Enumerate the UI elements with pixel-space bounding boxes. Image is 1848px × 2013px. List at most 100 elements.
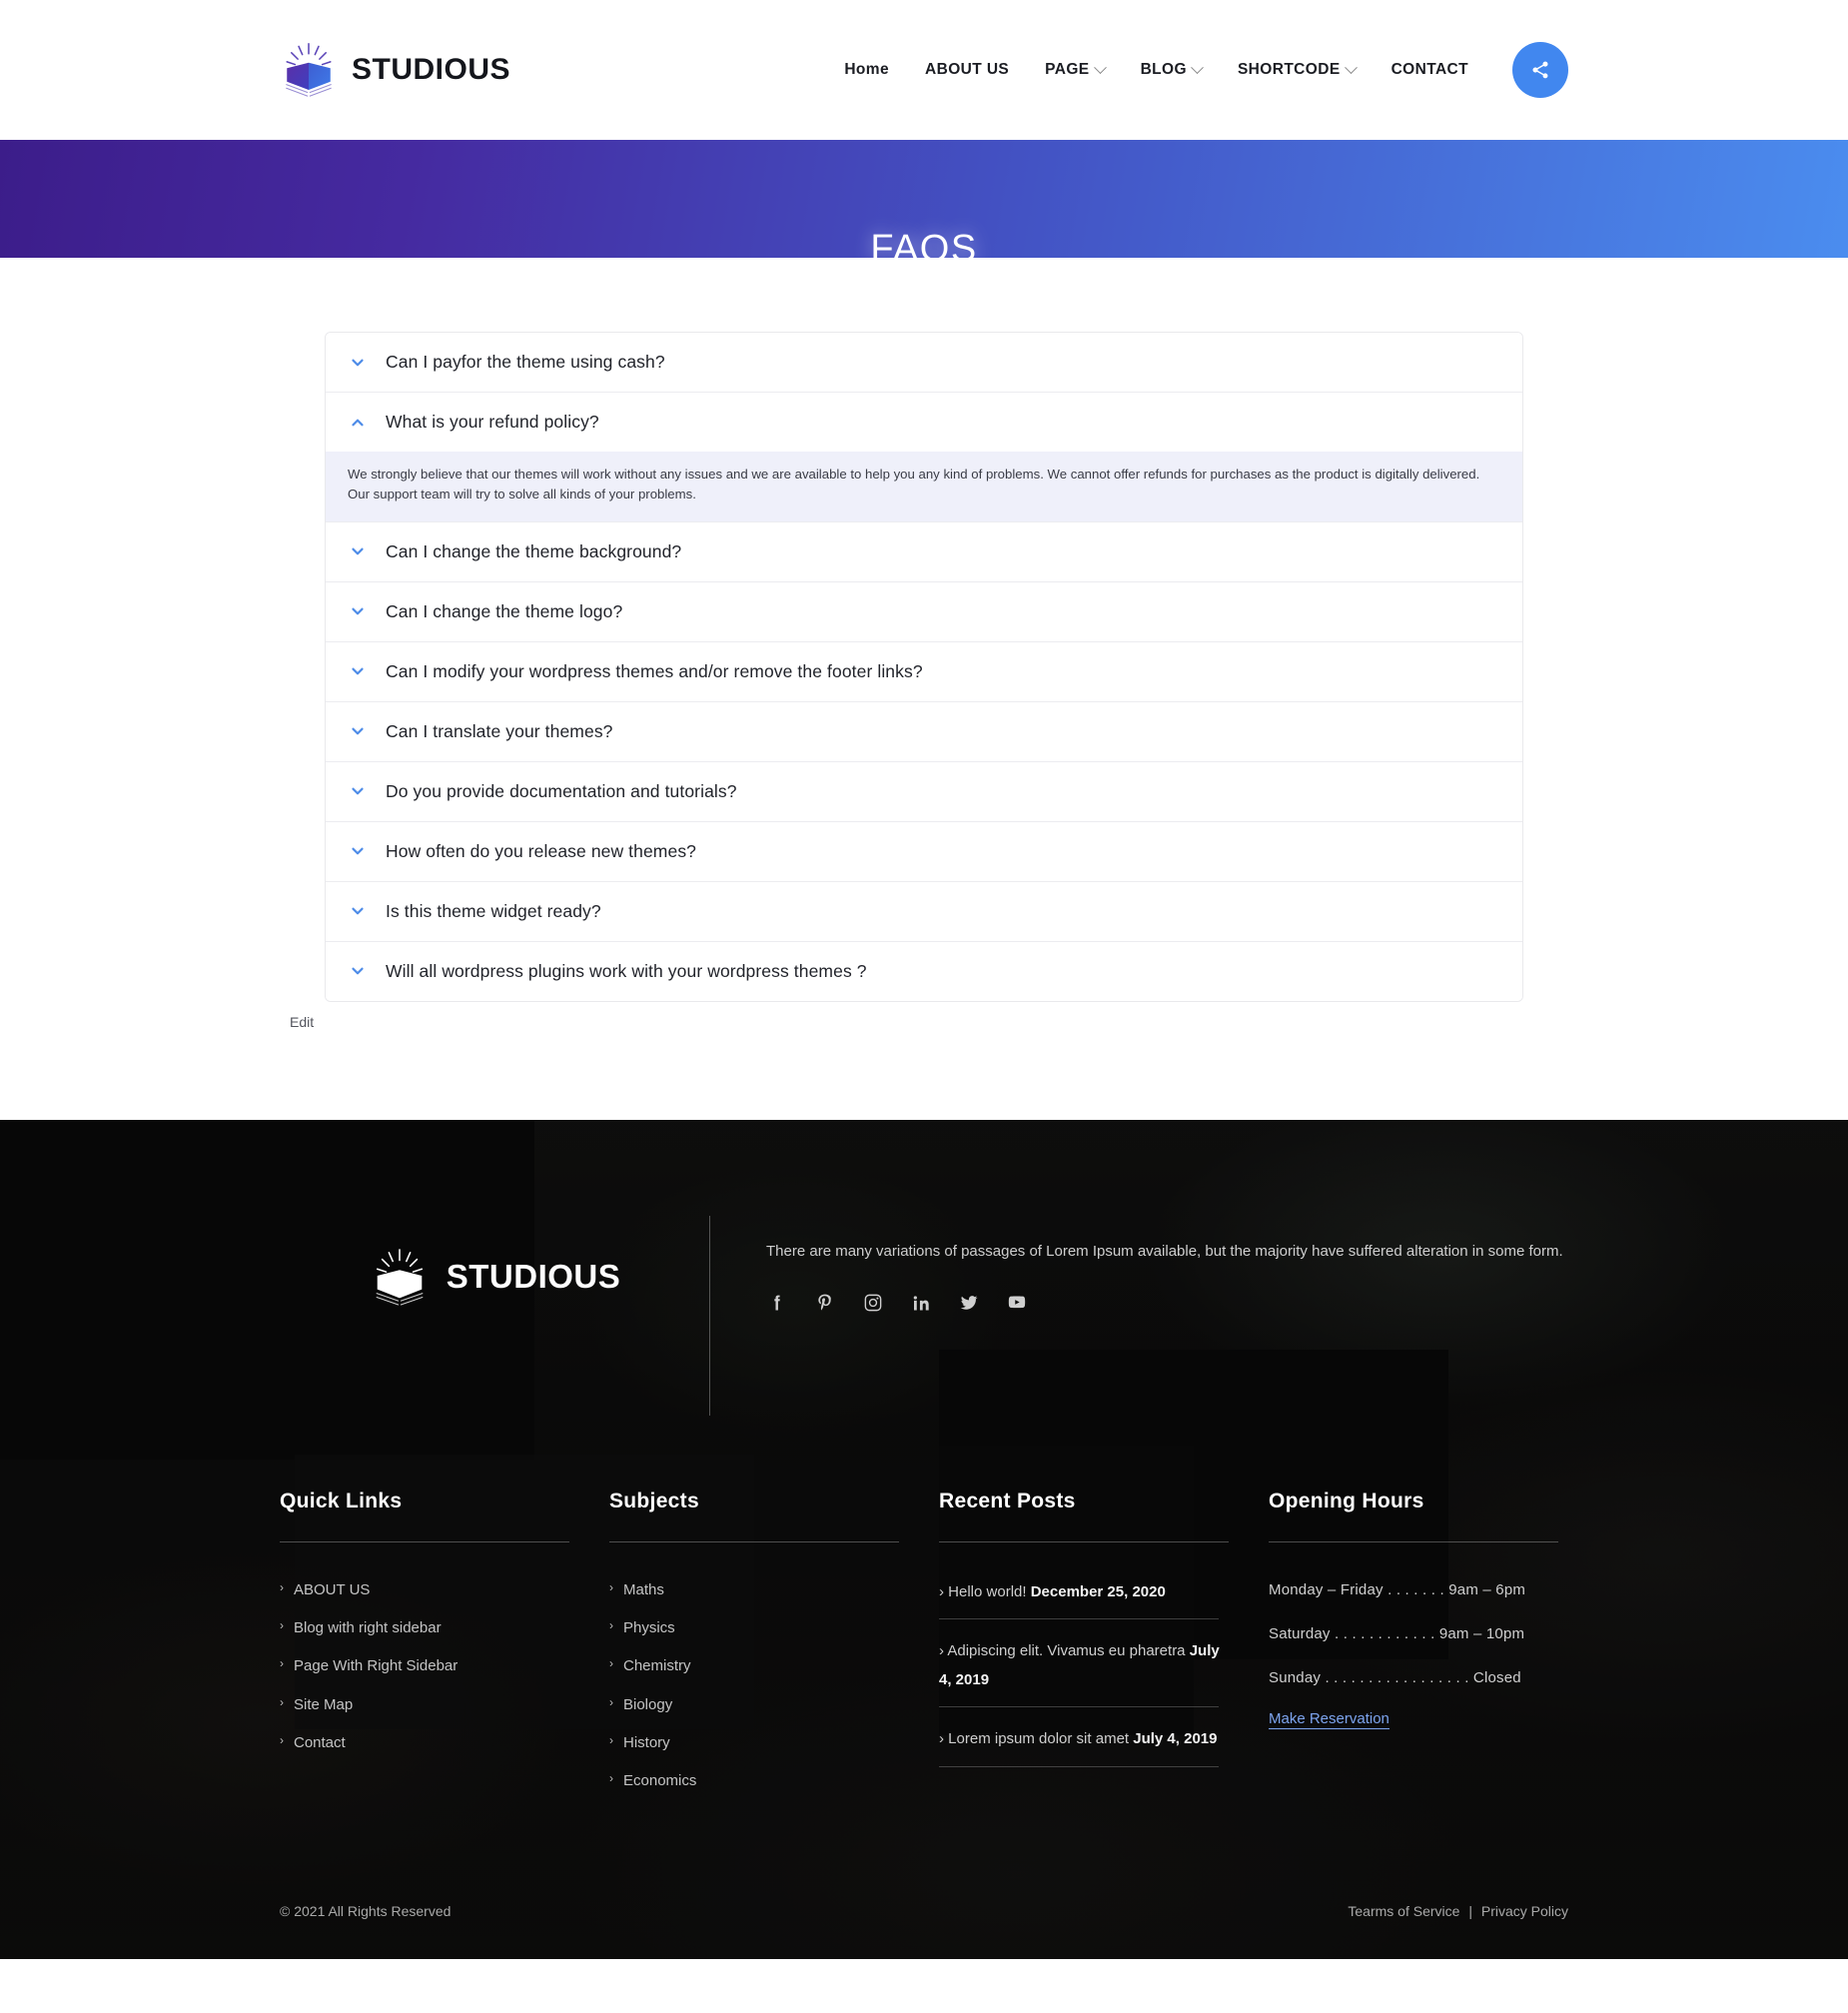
faq-card: Can I payfor the theme using cash? What … xyxy=(290,258,1558,1002)
footer-link-label: Biology xyxy=(623,1695,673,1713)
faq-question-row[interactable]: Can I change the theme logo? xyxy=(326,581,1522,641)
faq-item: Can I payfor the theme using cash? xyxy=(326,333,1522,393)
chevron-right-icon: › xyxy=(609,1579,613,1594)
copyright-text: © 2021 All Rights Reserved xyxy=(280,1903,452,1920)
chevron-down-icon xyxy=(1344,60,1358,74)
chevron-right-icon: › xyxy=(280,1656,284,1671)
brand-logo[interactable]: STUDIOUS xyxy=(280,41,510,99)
footer-link-label: Blog with right sidebar xyxy=(294,1619,442,1637)
chevron-right-icon: › xyxy=(280,1579,284,1594)
make-reservation-link[interactable]: Make Reservation xyxy=(1269,1710,1389,1729)
chevron-down-icon xyxy=(348,541,368,561)
footer-link[interactable]: › Page With Right Sidebar xyxy=(280,1654,569,1677)
faq-question-row[interactable]: Can I translate your themes? xyxy=(326,701,1522,761)
footer-link[interactable]: › Chemistry xyxy=(609,1654,899,1677)
faq-question-row[interactable]: Is this theme widget ready? xyxy=(326,881,1522,941)
chevron-down-icon xyxy=(348,721,368,741)
footer-brand-logo[interactable]: STUDIOUS xyxy=(369,1246,621,1308)
footer-link[interactable]: › Physics xyxy=(609,1616,899,1639)
youtube-icon[interactable] xyxy=(1006,1292,1028,1314)
footer-column-quick-links: Quick Links › ABOUT US › Blog with right s… xyxy=(280,1490,609,1808)
recent-post-title: Hello world! xyxy=(948,1582,1027,1600)
column-divider xyxy=(609,1540,899,1542)
chevron-right-icon: › xyxy=(609,1618,613,1633)
faq-question-row[interactable]: Can I change the theme background? xyxy=(326,521,1522,581)
footer-link[interactable]: › ABOUT US xyxy=(280,1578,569,1601)
nav-item-blog[interactable]: BLOG xyxy=(1123,60,1220,79)
open-book-sunrise-logo-icon xyxy=(286,42,332,97)
nav-item-about-us[interactable]: ABOUT US xyxy=(907,61,1027,79)
faq-question-row[interactable]: What is your refund policy? xyxy=(326,393,1522,452)
privacy-policy-link[interactable]: Privacy Policy xyxy=(1481,1903,1568,1919)
nav-item-shortcode[interactable]: SHORTCODE xyxy=(1220,60,1374,79)
legal-links: Tearms of Service | Privacy Policy xyxy=(1348,1903,1568,1919)
chevron-right-icon: › xyxy=(280,1694,284,1709)
footer-column-recent-posts: Recent Posts › Hello world! December 25,… xyxy=(939,1490,1269,1808)
chevron-right-icon: › xyxy=(609,1771,613,1786)
faq-item: Will all wordpress plugins work with you… xyxy=(326,941,1522,1001)
main-navigation: Home ABOUT US PAGE BLOG SHORTCODE CONTAC… xyxy=(826,42,1568,98)
recent-post-item[interactable]: › Lorem ipsum dolor sit amet July 4, 201… xyxy=(939,1725,1229,1767)
share-icon xyxy=(1532,61,1548,79)
footer-link[interactable]: › Blog with right sidebar xyxy=(280,1616,569,1639)
twitter-icon[interactable] xyxy=(958,1292,980,1314)
instagram-icon[interactable] xyxy=(862,1292,884,1314)
opening-hours-row: Sunday . . . . . . . . . . . . . . . . .… xyxy=(1269,1668,1521,1686)
footer-link[interactable]: › History xyxy=(609,1731,899,1754)
footer-top-row: STUDIOUS There are many variations of pa… xyxy=(280,1215,1568,1490)
recent-post-line: › Hello world! December 25, 2020 xyxy=(939,1578,1229,1607)
facebook-icon[interactable] xyxy=(766,1292,788,1314)
nav-item-home[interactable]: Home xyxy=(826,61,907,79)
nav-label: PAGE xyxy=(1045,61,1090,78)
column-title: Opening Hours xyxy=(1269,1489,1424,1512)
faq-question-row[interactable]: Can I payfor the theme using cash? xyxy=(326,333,1522,392)
faq-answer-text: We strongly believe that our themes will… xyxy=(326,452,1522,521)
chevron-right-icon: › xyxy=(939,1642,944,1660)
nav-item-page[interactable]: PAGE xyxy=(1027,60,1122,79)
recent-post-date: July 4, 2019 xyxy=(1133,1730,1218,1748)
chevron-down-icon xyxy=(1191,60,1204,74)
footer-columns: Quick Links › ABOUT US › Blog with right s… xyxy=(280,1490,1568,1878)
faq-question-row[interactable]: How often do you release new themes? xyxy=(326,821,1522,881)
faq-section: Can I payfor the theme using cash? What … xyxy=(0,258,1848,1120)
footer-link[interactable]: › Economics xyxy=(609,1769,899,1792)
footer-content: STUDIOUS There are many variations of pa… xyxy=(0,1215,1848,1960)
footer-link-label: Contact xyxy=(294,1733,346,1751)
chevron-right-icon: › xyxy=(280,1732,284,1747)
faq-question-text: Can I payfor the theme using cash? xyxy=(386,352,665,372)
chevron-right-icon: › xyxy=(280,1618,284,1633)
footer-link[interactable]: › Maths xyxy=(609,1578,899,1601)
site-header: STUDIOUS Home ABOUT US PAGE BLOG SHORTCO… xyxy=(0,0,1848,140)
footer-link-label: Maths xyxy=(623,1580,664,1598)
social-links xyxy=(766,1292,1568,1314)
recent-post-title: Lorem ipsum dolor sit amet xyxy=(948,1730,1130,1748)
pinterest-icon[interactable] xyxy=(814,1292,836,1314)
column-divider xyxy=(1269,1540,1558,1542)
column-title: Subjects xyxy=(609,1489,699,1512)
recent-post-item[interactable]: › Hello world! December 25, 2020 xyxy=(939,1578,1229,1620)
footer-link[interactable]: › Biology xyxy=(609,1693,899,1716)
footer-link[interactable]: › Site Map xyxy=(280,1693,569,1716)
faq-item: Do you provide documentation and tutoria… xyxy=(326,761,1522,822)
terms-of-service-link[interactable]: Tearms of Service xyxy=(1348,1903,1459,1919)
footer-link-label: Site Map xyxy=(294,1695,354,1713)
footer-link-label: History xyxy=(623,1733,670,1751)
chevron-down-icon xyxy=(1093,60,1107,74)
chevron-down-icon xyxy=(348,841,368,861)
column-title: Recent Posts xyxy=(939,1489,1076,1512)
faq-question-row[interactable]: Can I modify your wordpress themes and/o… xyxy=(326,641,1522,701)
footer-column-opening-hours: Opening Hours Monday – Friday . . . . . … xyxy=(1269,1490,1598,1808)
faq-question-text: What is your refund policy? xyxy=(386,412,599,432)
chevron-right-icon: › xyxy=(609,1694,613,1709)
recent-post-item[interactable]: › Adipiscing elit. Vivamus eu pharetra J… xyxy=(939,1637,1229,1708)
edit-link[interactable]: Edit xyxy=(290,1014,1558,1030)
nav-item-contact[interactable]: CONTACT xyxy=(1374,61,1486,79)
share-button[interactable] xyxy=(1512,42,1568,98)
footer-link[interactable]: › Contact xyxy=(280,1731,569,1754)
footer-link-label: Physics xyxy=(623,1619,675,1637)
footer-vertical-divider xyxy=(709,1215,710,1416)
linkedin-icon[interactable] xyxy=(910,1292,932,1314)
faq-question-row[interactable]: Will all wordpress plugins work with you… xyxy=(326,941,1522,1001)
faq-question-row[interactable]: Do you provide documentation and tutoria… xyxy=(326,761,1522,821)
chevron-right-icon: › xyxy=(609,1656,613,1671)
